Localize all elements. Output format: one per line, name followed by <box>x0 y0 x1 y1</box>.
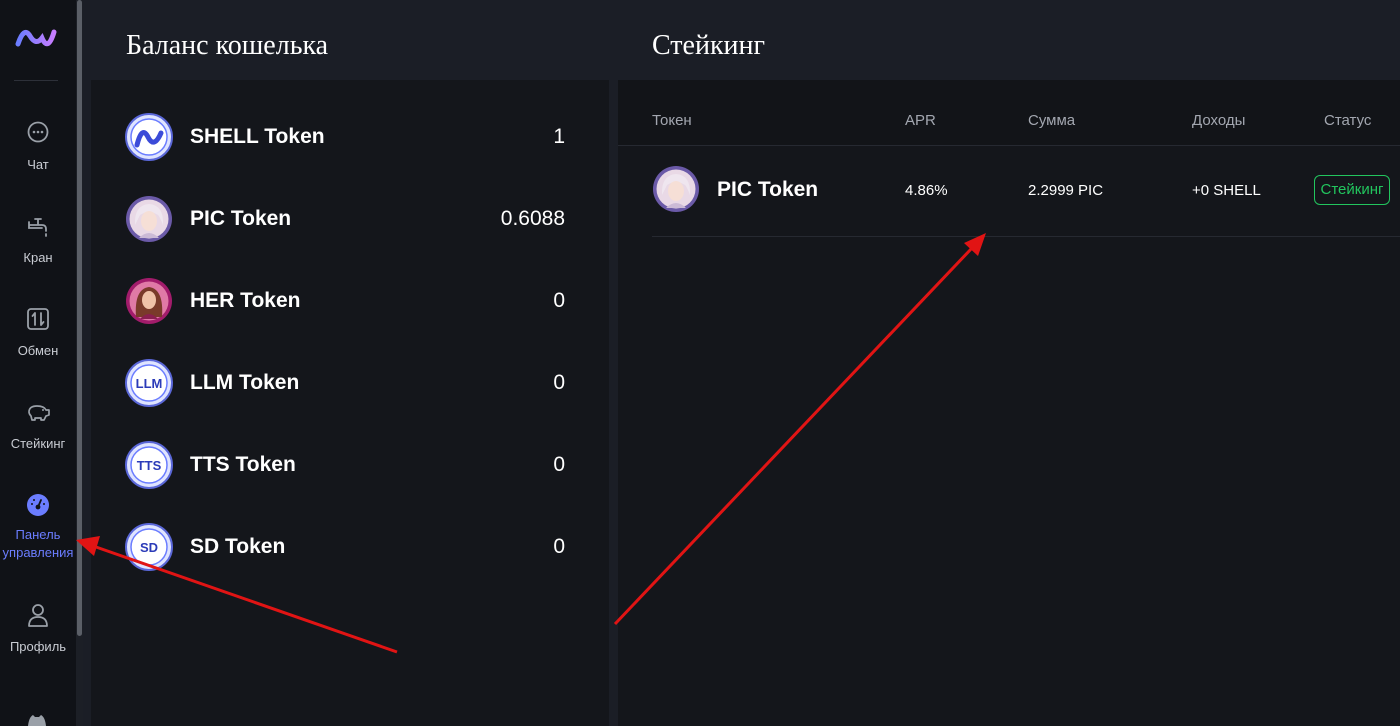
her-avatar-icon <box>126 278 172 324</box>
token-row: SD SD Token 0 <box>91 523 609 573</box>
app-logo-icon[interactable] <box>15 22 57 54</box>
sidebar-divider <box>14 80 58 81</box>
svg-text:TTS: TTS <box>137 458 162 473</box>
token-row: HER Token 0 <box>91 277 609 327</box>
token-row: TTS TTS Token 0 <box>91 441 609 491</box>
staking-amount: 2.2999 PIC <box>1028 182 1104 199</box>
token-name: SHELL Token <box>190 125 325 148</box>
chat-bubble-icon <box>27 121 49 143</box>
token-name: HER Token <box>190 289 301 312</box>
token-row: PIC Token 0.6088 <box>91 195 609 245</box>
staking-panel: Токен APR Сумма Доходы Статус PIC Token … <box>618 80 1400 726</box>
status-badge: Стейкинг <box>1314 175 1390 205</box>
user-icon <box>28 604 48 627</box>
token-balance: 0 <box>553 453 565 476</box>
tts-token-icon: TTS <box>125 441 173 489</box>
sidebar-item-profile[interactable]: Профиль <box>0 602 76 656</box>
shell-logo-icon <box>125 113 173 161</box>
faucet-icon <box>28 218 47 237</box>
staking-title: Стейкинг <box>652 30 766 61</box>
sidebar-item-label: Стейкинг <box>10 436 66 451</box>
column-header-apr: APR <box>905 112 936 129</box>
sidebar-item-exchange[interactable]: Обмен <box>0 306 76 360</box>
svg-text:LLM: LLM <box>136 376 163 391</box>
column-header-amount: Сумма <box>1028 112 1076 129</box>
svg-text:SD: SD <box>140 540 158 555</box>
sidebar-item-faucet[interactable]: Кран <box>0 213 76 267</box>
token-balance: 0 <box>553 535 565 558</box>
column-header-income: Доходы <box>1192 112 1246 129</box>
token-row: SHELL Token 1 <box>91 113 609 163</box>
column-header-status: Статус <box>1324 112 1372 129</box>
wallet-balance-title: Баланс кошелька <box>126 30 329 61</box>
token-name: SD Token <box>190 535 286 558</box>
sidebar-item-chat[interactable]: Чат <box>0 120 76 174</box>
pic-avatar-icon <box>126 196 172 242</box>
sidebar-item-label: Обмен <box>17 343 59 358</box>
token-name: LLM Token <box>190 371 300 394</box>
sidebar-item-label: Панель управления <box>2 527 74 560</box>
column-header-token: Токен <box>652 112 692 129</box>
staking-table-header <box>618 80 1400 146</box>
dashboard-gauge-icon <box>27 494 49 516</box>
discord-icon[interactable] <box>24 714 50 726</box>
token-row: LLM LLM Token 0 <box>91 359 609 409</box>
row-divider <box>652 236 1400 237</box>
sidebar-item-label: Кран <box>23 250 53 265</box>
token-balance: 0 <box>553 371 565 394</box>
piggy-bank-icon <box>28 405 50 421</box>
sidebar: Чат Кран Обмен Стейкинг Панель управлени… <box>0 0 76 726</box>
sidebar-item-label: Чат <box>27 157 49 172</box>
sd-token-icon: SD <box>125 523 173 571</box>
sidebar-scrollbar-thumb[interactable] <box>77 0 82 636</box>
token-balance: 0 <box>553 289 565 312</box>
token-balance: 0.6088 <box>500 207 565 230</box>
llm-token-icon: LLM <box>125 359 173 407</box>
wallet-balance-panel: SHELL Token 1 PIC Token 0.6088 HER Token… <box>91 80 609 726</box>
staking-token-name: PIC Token <box>717 178 819 201</box>
sidebar-item-label: Профиль <box>9 639 67 654</box>
sidebar-item-dashboard[interactable]: Панель управления <box>0 492 76 562</box>
pic-avatar-icon <box>653 166 699 212</box>
staking-apr: 4.86% <box>905 182 948 199</box>
staking-income: +0 SHELL <box>1192 182 1261 199</box>
sidebar-item-staking[interactable]: Стейкинг <box>0 399 76 453</box>
exchange-icon <box>27 308 49 330</box>
token-name: TTS Token <box>190 453 296 476</box>
token-name: PIC Token <box>190 207 292 230</box>
token-balance: 1 <box>553 125 565 148</box>
